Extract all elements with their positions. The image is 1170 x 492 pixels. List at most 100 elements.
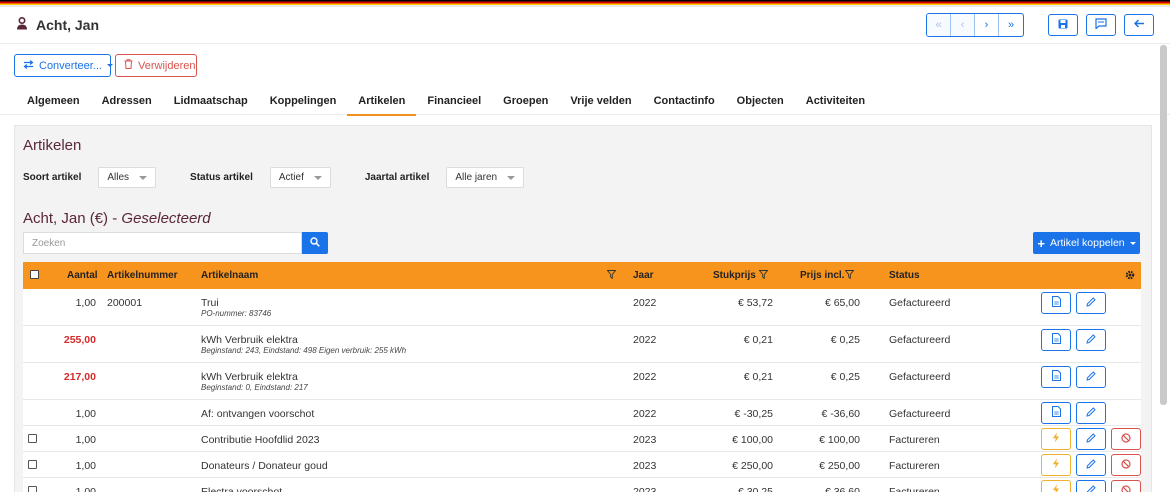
add-article-button[interactable]: + Artikel koppelen bbox=[1033, 232, 1140, 254]
row-price-incl: € 0,25 bbox=[830, 334, 860, 346]
top-bar: Acht, Jan « ‹ › » bbox=[0, 7, 1170, 44]
scrollbar[interactable] bbox=[1160, 45, 1167, 405]
edit-button[interactable] bbox=[1076, 366, 1106, 388]
row-article-note: Beginstand: 243, Eindstand: 498 Eigen ve… bbox=[201, 346, 407, 355]
articles-panel: Artikelen Soort artikel Alles Status art… bbox=[14, 125, 1152, 492]
invoice-now-button[interactable] bbox=[1041, 428, 1071, 450]
previous-record-button[interactable]: ‹ bbox=[951, 14, 975, 36]
col-artikelnaam[interactable]: Artikelnaam bbox=[201, 270, 258, 281]
table-row: 1,00 Af: ontvangen voorschot 2022 € -30,25 €… bbox=[23, 400, 1141, 426]
filter-icon[interactable] bbox=[844, 270, 855, 282]
tab-contactinfo[interactable]: Contactinfo bbox=[643, 95, 726, 115]
row-checkbox[interactable] bbox=[28, 460, 37, 469]
first-record-button[interactable]: « bbox=[927, 14, 951, 36]
filter-label-status: Status artikel bbox=[190, 172, 253, 183]
col-artikelnummer[interactable]: Artikelnummer bbox=[107, 270, 178, 281]
col-status[interactable]: Status bbox=[889, 270, 920, 281]
search-button[interactable] bbox=[302, 232, 328, 254]
select-all-checkbox[interactable] bbox=[30, 270, 39, 279]
row-year: 2023 bbox=[633, 486, 657, 492]
row-status: Factureren bbox=[889, 486, 940, 492]
disable-button[interactable] bbox=[1111, 480, 1141, 492]
tab-groepen[interactable]: Groepen bbox=[492, 95, 559, 115]
row-year: 2022 bbox=[633, 371, 657, 383]
row-year: 2023 bbox=[633, 434, 657, 446]
convert-button[interactable]: Converteer... bbox=[14, 54, 113, 77]
row-year: 2023 bbox=[633, 460, 657, 472]
lightning-icon bbox=[1052, 458, 1060, 472]
col-aantal[interactable]: Aantal bbox=[67, 270, 98, 281]
tab-activiteiten[interactable]: Activiteiten bbox=[795, 95, 876, 115]
filter-label-jaartal: Jaartal artikel bbox=[364, 172, 430, 183]
invoice-now-button[interactable] bbox=[1041, 480, 1071, 492]
pencil-icon bbox=[1086, 370, 1096, 384]
selection-dash: - bbox=[112, 210, 118, 227]
pager: « ‹ › » bbox=[926, 13, 1024, 37]
double-chevron-right-icon: » bbox=[1007, 19, 1015, 31]
view-invoice-button[interactable] bbox=[1041, 292, 1071, 314]
search-input[interactable]: Zoeken bbox=[23, 232, 302, 254]
col-stukprijs[interactable]: Stukprijs bbox=[713, 270, 756, 281]
col-prijs-incl[interactable]: Prijs incl. bbox=[800, 270, 844, 281]
plus-icon: + bbox=[1037, 235, 1045, 251]
last-record-button[interactable]: » bbox=[999, 14, 1023, 36]
page-title: Acht, Jan bbox=[36, 17, 100, 33]
tab-objecten[interactable]: Objecten bbox=[726, 95, 795, 115]
edit-button[interactable] bbox=[1076, 454, 1106, 476]
ban-icon bbox=[1121, 458, 1131, 472]
view-invoice-button[interactable] bbox=[1041, 329, 1071, 351]
document-icon bbox=[1051, 370, 1061, 384]
gear-icon[interactable] bbox=[1125, 270, 1135, 283]
invoice-now-button[interactable] bbox=[1041, 454, 1071, 476]
tab-koppelingen[interactable]: Koppelingen bbox=[259, 95, 348, 115]
save-button[interactable] bbox=[1048, 14, 1078, 36]
row-checkbox[interactable] bbox=[28, 486, 37, 492]
filter-icon[interactable] bbox=[606, 270, 617, 282]
edit-button[interactable] bbox=[1076, 292, 1106, 314]
tab-bar: Algemeen Adressen Lidmaatschap Koppeling… bbox=[0, 95, 1170, 116]
row-status: Gefactureerd bbox=[889, 334, 951, 346]
view-invoice-button[interactable] bbox=[1041, 402, 1071, 424]
pencil-icon bbox=[1086, 296, 1096, 310]
tab-algemeen[interactable]: Algemeen bbox=[16, 95, 91, 115]
save-icon bbox=[1058, 19, 1068, 32]
edit-button[interactable] bbox=[1076, 480, 1106, 492]
filter-select-soort[interactable]: Alles bbox=[98, 167, 157, 188]
tab-lidmaatschap[interactable]: Lidmaatschap bbox=[163, 95, 259, 115]
row-quantity: 255,00 bbox=[63, 334, 96, 346]
edit-button[interactable] bbox=[1076, 428, 1106, 450]
row-article-note: Beginstand: 0, Eindstand: 217 bbox=[201, 383, 308, 392]
col-jaar[interactable]: Jaar bbox=[633, 270, 654, 281]
double-chevron-left-icon: « bbox=[935, 19, 942, 31]
delete-button[interactable]: Verwijderen bbox=[115, 54, 197, 77]
row-status: Gefactureerd bbox=[889, 297, 951, 309]
pencil-icon bbox=[1086, 333, 1096, 347]
disable-button[interactable] bbox=[1111, 454, 1141, 476]
row-quantity: 1,00 bbox=[75, 486, 96, 492]
next-record-button[interactable]: › bbox=[975, 14, 999, 36]
edit-button[interactable] bbox=[1076, 402, 1106, 424]
row-price-incl: € 100,00 bbox=[819, 434, 860, 446]
tab-financieel[interactable]: Financieel bbox=[416, 95, 492, 115]
tab-adressen[interactable]: Adressen bbox=[91, 95, 163, 115]
row-checkbox[interactable] bbox=[28, 434, 37, 443]
comment-button[interactable] bbox=[1086, 14, 1116, 36]
disable-button[interactable] bbox=[1111, 428, 1141, 450]
add-article-label: Artikel koppelen bbox=[1049, 237, 1125, 249]
row-status: Factureren bbox=[889, 460, 940, 472]
edit-button[interactable] bbox=[1076, 329, 1106, 351]
selection-currency: (€) bbox=[89, 210, 109, 227]
table-row: 1,00 Donateurs / Donateur goud 2023 € 250,0… bbox=[23, 452, 1141, 478]
filter-value-soort: Alles bbox=[107, 172, 130, 183]
filter-select-status[interactable]: Actief bbox=[269, 167, 331, 188]
row-price-incl: € 0,25 bbox=[830, 371, 860, 383]
tab-artikelen[interactable]: Artikelen bbox=[347, 95, 417, 116]
filter-value-jaartal: Alle jaren bbox=[455, 172, 498, 183]
row-year: 2022 bbox=[633, 408, 657, 420]
view-invoice-button[interactable] bbox=[1041, 366, 1071, 388]
back-button[interactable] bbox=[1124, 14, 1154, 36]
filter-select-jaartal[interactable]: Alle jaren bbox=[446, 167, 525, 188]
tab-vrije-velden[interactable]: Vrije velden bbox=[559, 95, 642, 115]
caret-down-icon bbox=[313, 175, 322, 180]
filter-icon[interactable] bbox=[758, 270, 769, 282]
